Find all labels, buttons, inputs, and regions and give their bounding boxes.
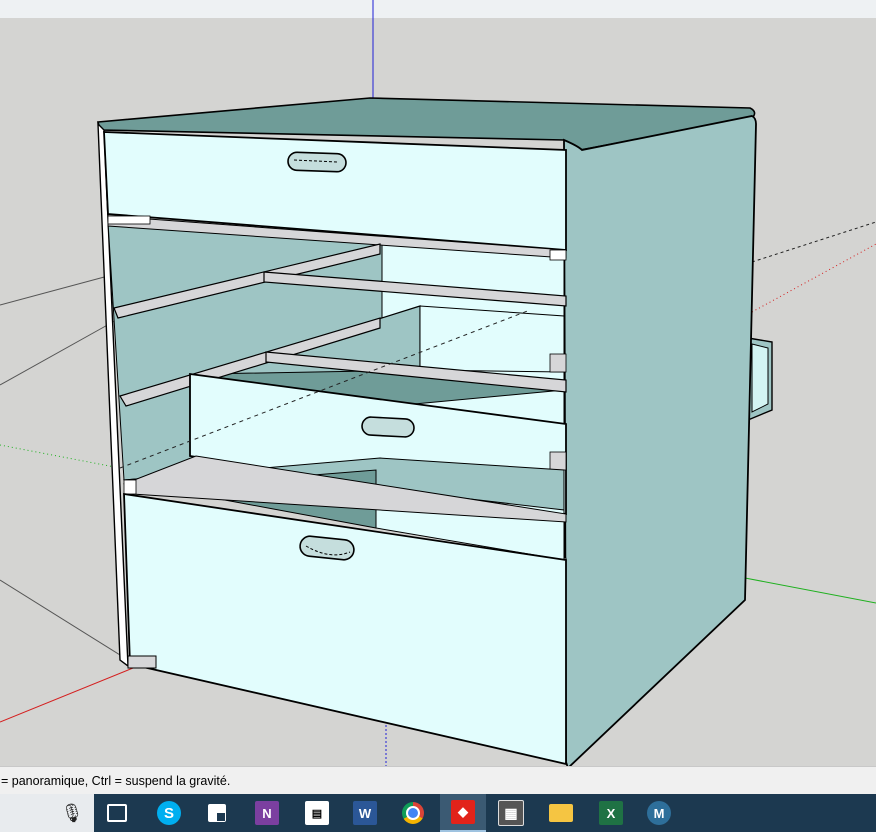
excel-button[interactable]: X bbox=[588, 794, 634, 832]
onenote-icon: N bbox=[255, 801, 279, 825]
middle-drawer-back bbox=[419, 305, 565, 373]
video-editor-button[interactable]: ▤ bbox=[294, 794, 340, 832]
windows-taskbar: 🎙 S N ▤ W ◆ ▦ X M bbox=[0, 794, 876, 832]
red-axis-dotted bbox=[751, 243, 876, 313]
middle-drawer-handle bbox=[361, 416, 415, 438]
cabinet-model bbox=[0, 0, 876, 766]
status-bar: = panoramique, Ctrl = suspend la gravité… bbox=[0, 766, 876, 794]
calculator-button[interactable]: ▦ bbox=[488, 794, 534, 832]
file-explorer-icon bbox=[549, 804, 573, 822]
sticky-notes-button[interactable] bbox=[194, 794, 240, 832]
excel-icon: X bbox=[599, 801, 623, 825]
chrome-button[interactable] bbox=[390, 794, 436, 832]
sticky-notes-icon bbox=[208, 804, 226, 822]
calculator-icon: ▦ bbox=[498, 800, 524, 826]
file-explorer-button[interactable] bbox=[538, 794, 584, 832]
foot bbox=[127, 655, 157, 669]
task-view-icon bbox=[107, 804, 127, 822]
guide-line bbox=[0, 275, 109, 306]
guide-line bbox=[751, 221, 876, 263]
side-panel bbox=[563, 115, 757, 766]
taskbar-search-area[interactable]: 🎙 bbox=[0, 794, 94, 832]
red-axis bbox=[0, 665, 139, 723]
top-drawer-handle bbox=[287, 151, 347, 173]
green-axis-dotted bbox=[0, 444, 121, 469]
guide-line bbox=[0, 317, 121, 386]
microphone-icon: 🎙 bbox=[60, 802, 84, 823]
3d-viewport[interactable] bbox=[0, 0, 876, 766]
microphone-button[interactable]: 🎙 bbox=[50, 794, 94, 832]
skype-icon: S bbox=[157, 801, 181, 825]
green-axis bbox=[744, 577, 876, 604]
status-text: = panoramique, Ctrl = suspend la gravité… bbox=[1, 774, 231, 788]
malwarebytes-icon: M bbox=[647, 801, 671, 825]
malwarebytes-button[interactable]: M bbox=[636, 794, 682, 832]
chrome-icon bbox=[402, 802, 424, 824]
onenote-button[interactable]: N bbox=[244, 794, 290, 832]
task-view-button[interactable] bbox=[94, 794, 140, 832]
skype-button[interactable]: S bbox=[146, 794, 192, 832]
sketchup-icon: ◆ bbox=[451, 800, 475, 824]
guide-line bbox=[0, 579, 129, 661]
word-button[interactable]: W bbox=[342, 794, 388, 832]
video-editor-icon: ▤ bbox=[305, 801, 329, 825]
sketchup-button[interactable]: ◆ bbox=[440, 794, 486, 832]
word-icon: W bbox=[353, 801, 377, 825]
